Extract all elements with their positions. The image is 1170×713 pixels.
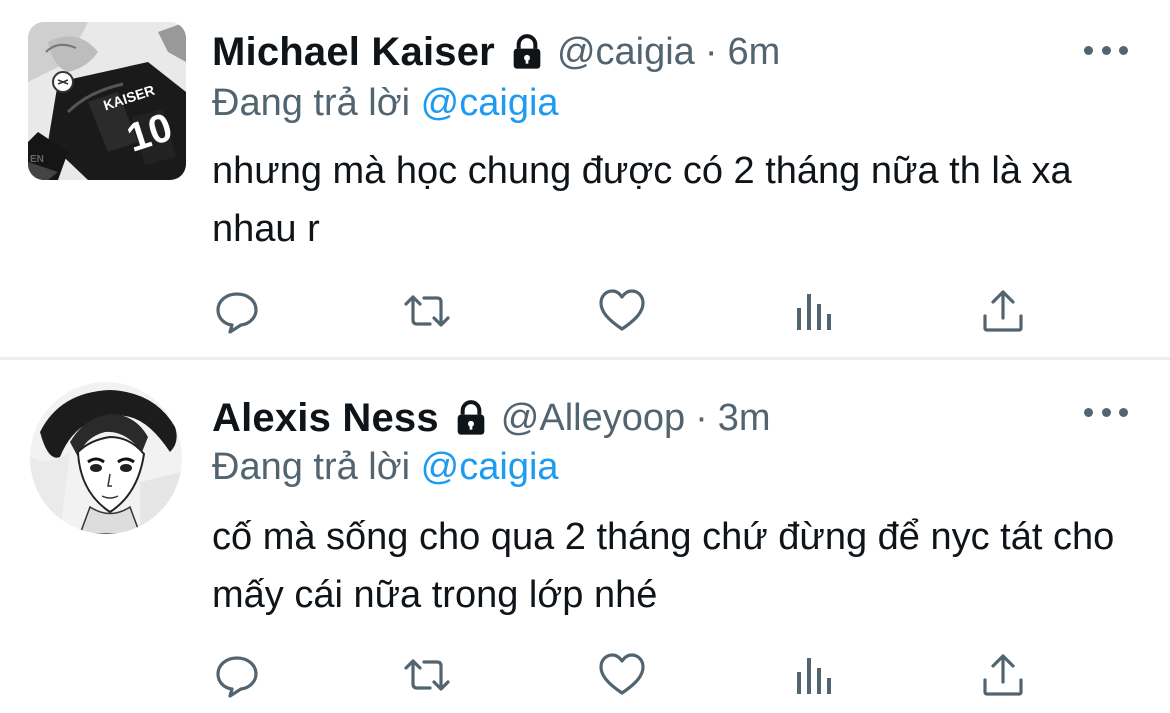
tweet-actions [212, 650, 1042, 700]
tweet-actions [212, 286, 1042, 336]
anime-avatar-kaiser-icon: KAISER 10 EN [28, 22, 186, 180]
replying-to-line: Đang trả lời @caigia [212, 446, 559, 489]
timestamp[interactable]: 6m [727, 31, 780, 74]
anime-avatar-ness-icon [30, 382, 182, 534]
views-button[interactable] [789, 650, 839, 700]
share-button[interactable] [978, 286, 1028, 336]
views-icon [797, 294, 831, 330]
tweet-header: Alexis Ness @Alleyoop · 3m [212, 392, 771, 444]
avatar[interactable] [30, 382, 182, 534]
reply-button[interactable] [212, 650, 262, 700]
reply-button[interactable] [212, 286, 262, 336]
like-button[interactable] [597, 286, 647, 336]
user-handle[interactable]: @Alleyoop [501, 397, 685, 440]
user-handle[interactable]: @caigia [557, 31, 695, 74]
reply-mention-link[interactable]: @caigia [421, 446, 559, 488]
tweet-text: nhưng mà học chung được có 2 tháng nữa t… [212, 150, 1072, 250]
like-button[interactable] [597, 650, 647, 700]
retweet-icon [404, 295, 450, 327]
retweet-button[interactable] [402, 650, 452, 700]
timestamp[interactable]: 3m [718, 397, 771, 440]
tweet-text: cố mà sống cho qua 2 tháng chứ đừng để n… [212, 516, 1115, 616]
display-name[interactable]: Alexis Ness [212, 396, 439, 441]
separator-dot: · [695, 396, 708, 439]
reply-icon [216, 656, 258, 698]
replying-to-line: Đang trả lời @caigia [212, 82, 559, 125]
more-options-button[interactable] [1084, 38, 1128, 62]
share-button[interactable] [978, 650, 1028, 700]
tweet-header: Michael Kaiser @caigia · 6m [212, 26, 780, 78]
display-name[interactable]: Michael Kaiser [212, 30, 495, 75]
replying-to-label: Đang trả lời [212, 446, 411, 488]
replying-to-label: Đang trả lời [212, 82, 411, 124]
svg-text:EN: EN [30, 154, 44, 165]
avatar[interactable]: KAISER 10 EN [28, 22, 186, 180]
heart-icon [599, 289, 645, 331]
lock-icon [451, 398, 491, 438]
retweet-button[interactable] [402, 286, 452, 336]
views-button[interactable] [789, 286, 839, 336]
more-dots-icon [1084, 45, 1093, 55]
share-icon [983, 290, 1023, 332]
reply-mention-link[interactable]: @caigia [421, 82, 559, 124]
heart-icon [599, 653, 645, 695]
reply-icon [216, 292, 258, 334]
more-options-button[interactable] [1084, 400, 1128, 424]
views-icon [797, 658, 831, 694]
more-dots-icon [1084, 407, 1093, 417]
tweet[interactable]: Alexis Ness @Alleyoop · 3m Đang trả lời … [0, 360, 1170, 713]
separator-dot: · [704, 30, 718, 73]
retweet-icon [404, 659, 450, 691]
share-icon [983, 654, 1023, 696]
tweet[interactable]: KAISER 10 EN Michael Kaiser @caigia · 6m… [0, 0, 1170, 360]
lock-icon [507, 32, 547, 72]
